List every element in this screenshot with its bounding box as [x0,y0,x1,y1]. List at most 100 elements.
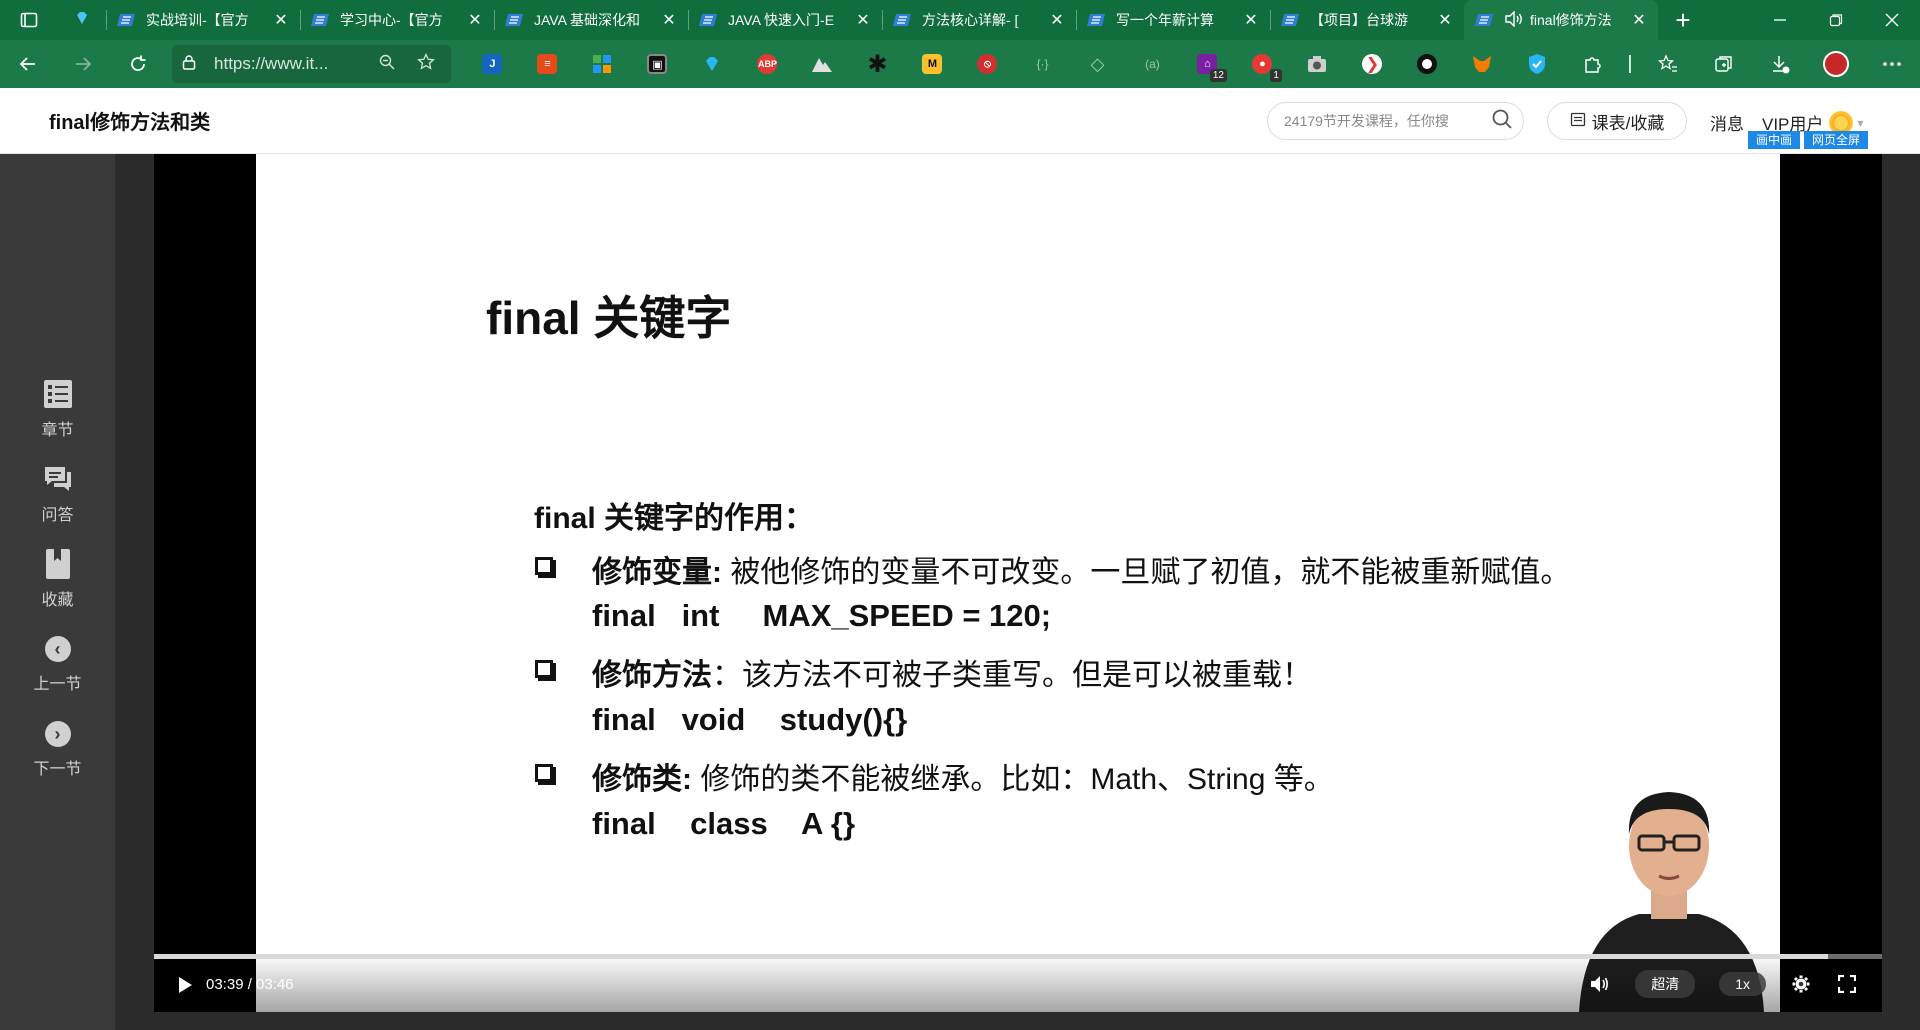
extension-mountain-icon[interactable] [795,40,850,88]
extension-diamond-outline-icon[interactable]: ◇ [1070,40,1125,88]
downloads-icon[interactable] [1752,54,1808,74]
window-controls [1752,0,1920,40]
extension-chat-icon[interactable]: ● 1 [1235,40,1290,88]
calendar-icon [1570,111,1586,131]
browser-tab[interactable]: 写一个年薪计算 ✕ [1076,0,1270,40]
profile-avatar[interactable] [1808,51,1864,77]
restore-icon[interactable] [1808,0,1864,40]
browser-tab[interactable]: JAVA 快速入门-E ✕ [688,0,882,40]
slide-title: final 关键字 [486,292,732,344]
sidebar-item-qa[interactable]: 问答 [0,463,115,525]
new-tab-button[interactable]: + [1658,0,1708,40]
slide-point-text: 被他修饰的变量不可改变。一旦赋了初值，就不能被重新赋值。 [722,556,1571,589]
extension-purple-icon[interactable]: ⌂ 12 [1180,40,1235,88]
tab-title: 写一个年薪计算 [1116,12,1214,28]
pinned-tab[interactable] [58,0,106,40]
favorites-icon[interactable] [1640,54,1696,74]
sidebar-item-label: 上一节 [33,676,82,693]
url-text[interactable]: https://www.it... [214,54,379,74]
browser-tab[interactable]: 【项目】台球游 ✕ [1270,0,1464,40]
code-example: final int MAX_SPEED = 120; [592,598,1052,633]
extension-red-circle-icon[interactable]: ❯ [1345,40,1400,88]
extension-paren-icon[interactable]: (a) [1125,40,1180,88]
checkbox-bullet-icon [535,557,553,575]
course-search-box[interactable] [1267,102,1524,140]
code-example: final void study(){} [592,702,908,737]
tab-close-icon[interactable]: ✕ [1242,10,1260,30]
tab-close-icon[interactable]: ✕ [272,10,290,30]
lock-icon[interactable] [182,54,200,74]
sidebar-item-next-lesson[interactable]: › 下一节 [0,721,115,779]
quality-selector[interactable]: 超清 [1635,970,1696,998]
player-right-controls: 超清 1x [1589,970,1858,998]
tab-title: JAVA 快速入门-E [728,12,835,28]
browser-tab[interactable]: 学习中心-【官方 ✕ [300,0,494,40]
browser-tab[interactable]: 方法核心详解- [ ✕ [882,0,1076,40]
site-favicon-icon [698,12,718,28]
video-player-area: final 关键字 final 关键字的作用： 修饰变量: 被他修饰的变量不可改… [115,154,1920,1030]
slide-point-label: 修饰方法 [592,659,712,692]
refresh-icon[interactable] [111,40,166,88]
search-input[interactable] [1284,113,1491,129]
zoom-icon[interactable] [379,54,403,74]
messages-link[interactable]: 消息 [1710,110,1744,135]
tab-close-icon[interactable]: ✕ [1048,10,1066,30]
playback-time: 03:39 / 03:46 [206,976,294,993]
sidebar-item-prev-lesson[interactable]: ‹ 上一节 [0,636,115,694]
collections-icon[interactable] [1696,54,1752,74]
extension-save-icon[interactable]: ▣ [630,40,685,88]
play-icon[interactable] [176,976,194,994]
sidebar-item-label: 下一节 [33,761,82,778]
speed-selector[interactable]: 1x [1719,972,1766,996]
settings-gear-icon[interactable] [1790,973,1812,995]
picture-in-picture-button[interactable]: 画中画 [1748,131,1801,149]
site-favicon-icon [1474,12,1494,28]
tab-close-icon[interactable]: ✕ [660,10,678,30]
address-bar[interactable]: https://www.it... [172,45,451,83]
extension-globe-icon[interactable]: ⦸ [960,40,1015,88]
browser-tab[interactable]: JAVA 基础深化和 ✕ [494,0,688,40]
sidebar-item-bookmark[interactable]: 收藏 [0,548,115,610]
tab-close-icon[interactable]: ✕ [466,10,484,30]
page-header: final修饰方法和类 课表/收藏 消息 VIP用户 ▾ 画中画 网页全屏 [0,88,1920,154]
close-window-icon[interactable] [1864,0,1920,40]
fullscreen-icon[interactable] [1836,973,1858,995]
extension-camera-icon[interactable] [1290,40,1345,88]
favorite-star-icon[interactable] [417,52,441,76]
page-fullscreen-button[interactable]: 网页全屏 [1804,131,1869,149]
view-mode-badges: 画中画 网页全屏 [1748,131,1869,149]
adblock-icon[interactable]: ABP [740,40,795,88]
minimize-icon[interactable] [1752,0,1808,40]
site-favicon-icon [1086,12,1106,28]
extension-brackets-icon[interactable]: {·} [1015,40,1070,88]
search-icon[interactable] [1491,108,1513,135]
metamask-fox-icon[interactable] [1455,40,1510,88]
extension-asterisk-icon[interactable]: ✱ [850,40,905,88]
forward-icon[interactable] [55,40,110,88]
progress-bar[interactable] [154,954,1882,959]
sidebar-item-label: 章节 [41,422,74,439]
tab-actions-icon[interactable] [0,0,58,40]
slide-point: 修饰类: 修饰的类不能被继承。比如：Math、String 等。 [592,754,1334,798]
volume-icon[interactable] [1589,973,1611,995]
tab-close-icon[interactable]: ✕ [1630,10,1648,30]
browser-tab[interactable]: 实战培训-【官方 ✕ [106,0,300,40]
extension-record-icon[interactable] [1400,40,1455,88]
speaker-icon[interactable] [1504,9,1524,30]
more-menu-icon[interactable] [1864,61,1920,67]
browser-tab-active[interactable]: final修饰方法 ✕ [1464,0,1658,40]
back-icon[interactable] [0,40,55,88]
extension-diamond-icon[interactable] [685,40,740,88]
tab-close-icon[interactable]: ✕ [1436,10,1454,30]
toolbar-divider: | [1627,53,1633,74]
extension-notes-icon[interactable]: ≡ [520,40,575,88]
extension-grid-icon[interactable] [575,40,630,88]
video-frame[interactable]: final 关键字 final 关键字的作用： 修饰变量: 被他修饰的变量不可改… [154,154,1882,1012]
schedule-favorites-button[interactable]: 课表/收藏 [1547,102,1687,140]
sidebar-item-chapters[interactable]: 章节 [0,378,115,440]
tab-close-icon[interactable]: ✕ [854,10,872,30]
extension-j-icon[interactable]: J [465,40,520,88]
extensions-puzzle-icon[interactable] [1565,40,1620,88]
extension-m-icon[interactable]: M [905,40,960,88]
shield-check-icon[interactable] [1510,40,1565,88]
